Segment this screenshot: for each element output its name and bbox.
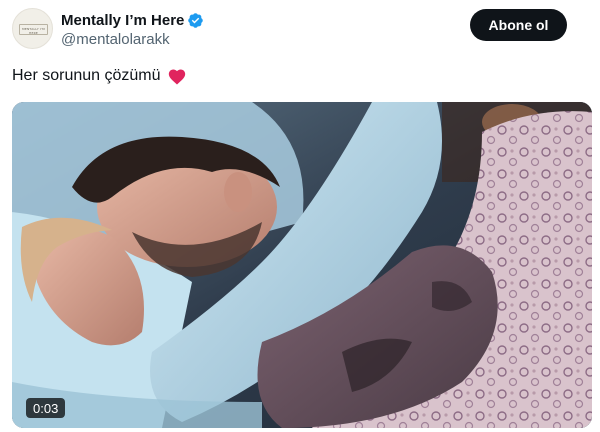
handle[interactable]: @mentalolarakk <box>61 31 170 48</box>
tweet-header: MENTALLY I'M HERE Mentally I’m Here @men… <box>12 8 588 52</box>
red-heart-icon <box>168 69 185 85</box>
follow-button[interactable]: Abone ol <box>470 9 567 41</box>
verified-badge-icon <box>188 12 204 28</box>
tweet-text-content: Her sorunun çözümü <box>12 67 161 84</box>
avatar-logo: MENTALLY I'M HERE <box>19 24 48 35</box>
video-player[interactable]: 0:03 <box>12 102 592 428</box>
avatar[interactable]: MENTALLY I'M HERE <box>12 8 53 49</box>
video-duration-badge: 0:03 <box>26 398 66 418</box>
avatar-text-line2: HERE <box>29 31 38 35</box>
name-row: Mentally I’m Here <box>61 10 204 30</box>
display-name[interactable]: Mentally I’m Here <box>61 12 184 29</box>
tweet-text: Her sorunun çözümü <box>12 67 187 85</box>
video-frame <box>12 102 592 428</box>
